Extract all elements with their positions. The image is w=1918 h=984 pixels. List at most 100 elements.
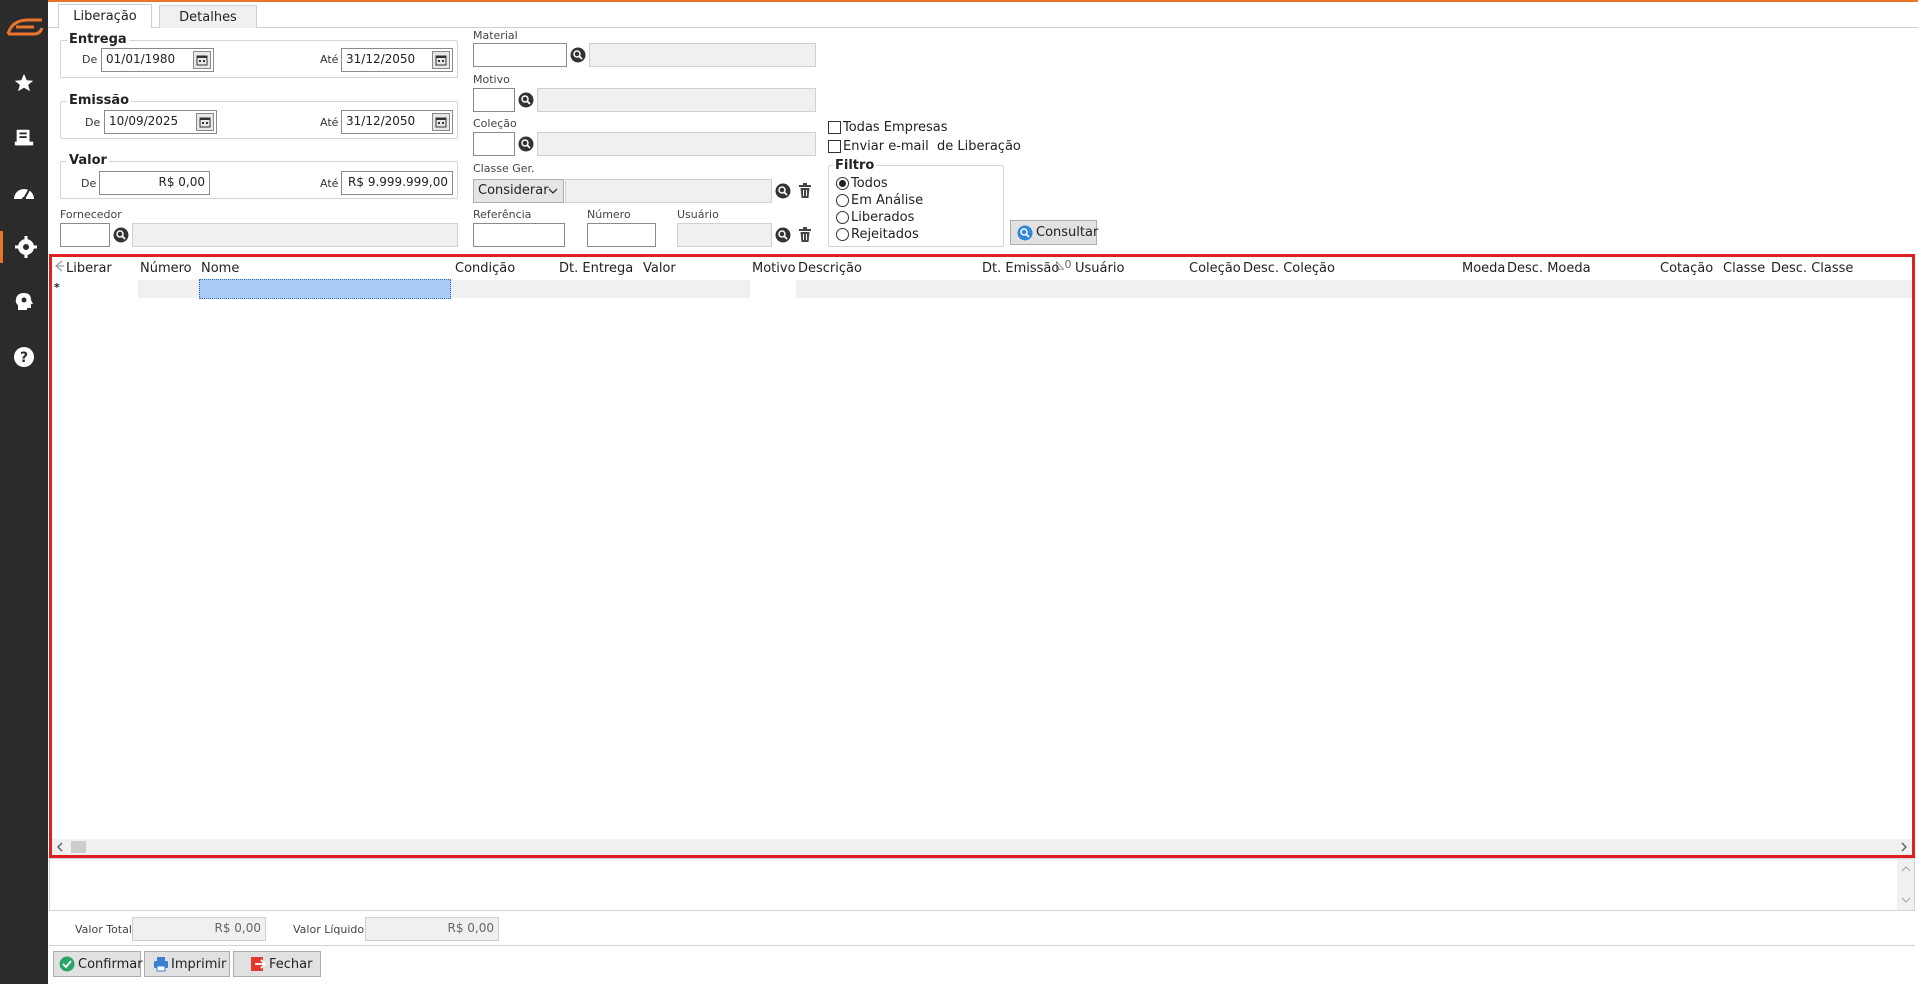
filtro-em-analise-radio[interactable] (836, 194, 849, 207)
app-logo (4, 12, 44, 42)
tab-bar: Liberação Detalhes (48, 2, 1918, 28)
printer-icon (153, 956, 169, 972)
sort-order: 0 (1064, 258, 1072, 271)
scroll-up-icon[interactable] (1901, 862, 1911, 876)
fechar-label: Fechar (269, 956, 313, 972)
grid-back-arrow-icon[interactable] (54, 260, 64, 276)
usuario-search-icon[interactable] (775, 227, 791, 243)
colecao-desc-field (537, 132, 816, 156)
col-valor[interactable]: Valor (643, 261, 676, 276)
svg-text:?: ? (20, 350, 28, 366)
exit-icon (250, 956, 266, 972)
numero-field[interactable] (587, 223, 656, 247)
enviar-email-checkbox[interactable] (828, 140, 841, 153)
emissao-ate-label: Até (320, 116, 339, 129)
colecao-code-field[interactable] (473, 132, 515, 156)
entrega-de-field[interactable]: 01/01/1980 (101, 48, 214, 72)
detail-memo-area[interactable] (49, 858, 1915, 911)
grid-horizontal-scrollbar[interactable] (52, 839, 1912, 855)
col-motivo[interactable]: Motivo (752, 261, 796, 276)
favorites-star-icon[interactable] (8, 67, 40, 99)
col-dt-entrega[interactable]: Dt. Entrega (559, 261, 633, 276)
imprimir-button[interactable]: Imprimir (144, 951, 230, 977)
classe-ger-desc-field (565, 179, 772, 203)
fornecedor-label: Fornecedor (60, 208, 122, 221)
search-icon (1017, 225, 1033, 241)
usuario-clear-trash-icon[interactable] (798, 227, 812, 243)
col-liberar[interactable]: Liberar (66, 261, 112, 276)
motivo-code-field[interactable] (473, 88, 515, 112)
calendar-icon[interactable] (432, 113, 450, 131)
scroll-right-icon[interactable] (1900, 841, 1908, 856)
fechar-button[interactable]: Fechar (233, 951, 321, 977)
colecao-label: Coleção (473, 117, 517, 130)
valor-ate-field[interactable]: R$ 9.999.999,00 (341, 171, 453, 195)
calendar-icon[interactable] (193, 51, 211, 69)
referencia-field[interactable] (473, 223, 565, 247)
scroll-down-icon[interactable] (1901, 893, 1911, 907)
fornecedor-code-field[interactable] (60, 223, 110, 247)
col-classe[interactable]: Classe (1723, 261, 1765, 276)
support-head-icon[interactable] (8, 286, 40, 318)
classe-ger-clear-trash-icon[interactable] (798, 183, 812, 199)
tab-liberacao[interactable]: Liberação (58, 4, 152, 28)
col-usuario[interactable]: Usuário (1075, 261, 1124, 276)
confirmar-button[interactable]: Confirmar (53, 951, 143, 977)
col-cotacao[interactable]: Cotação (1660, 261, 1713, 276)
motivo-search-icon[interactable] (518, 92, 534, 108)
documents-icon[interactable] (8, 122, 40, 154)
motivo-label: Motivo (473, 73, 510, 86)
entrega-ate-value: 31/12/2050 (346, 52, 416, 66)
filtro-todos-radio[interactable] (836, 177, 849, 190)
scroll-left-icon[interactable] (56, 841, 64, 856)
emissao-de-field[interactable]: 10/09/2025 (104, 110, 217, 134)
settings-gear-icon[interactable] (0, 231, 48, 263)
scroll-thumb[interactable] (71, 841, 86, 853)
col-desc-moeda[interactable]: Desc. Moeda (1507, 261, 1591, 276)
col-desc-colecao[interactable]: Desc. Coleção (1243, 261, 1335, 276)
col-nome[interactable]: Nome (201, 261, 239, 276)
detail-vertical-scrollbar[interactable] (1897, 859, 1914, 910)
calendar-icon[interactable] (432, 51, 450, 69)
imprimir-label: Imprimir (171, 956, 227, 972)
chevron-down-icon (548, 185, 558, 200)
tab-detalhes[interactable]: Detalhes (159, 5, 257, 28)
filtro-todos-label: Todos (851, 176, 888, 191)
cell-condicao-valor (451, 280, 750, 298)
col-desc-classe[interactable]: Desc. Classe (1771, 261, 1853, 276)
classe-ger-search-icon[interactable] (775, 183, 791, 199)
emissao-title: Emissão (67, 93, 132, 108)
filtro-liberados-radio[interactable] (836, 211, 849, 224)
enviar-email-label: Enviar e-mail de Liberação (843, 139, 1021, 154)
colecao-search-icon[interactable] (518, 136, 534, 152)
col-descricao[interactable]: Descrição (798, 261, 862, 276)
emissao-ate-field[interactable]: 31/12/2050 (341, 110, 453, 134)
referencia-label: Referência (473, 208, 532, 221)
col-colecao[interactable]: Coleção (1189, 261, 1241, 276)
check-circle-icon (59, 956, 75, 972)
help-question-icon[interactable]: ? (8, 341, 40, 373)
valor-total-field: R$ 0,00 (132, 917, 266, 941)
dashboard-gauge-icon[interactable] (8, 176, 40, 208)
material-code-field[interactable] (473, 43, 567, 67)
calendar-icon[interactable] (196, 113, 214, 131)
material-search-icon[interactable] (570, 47, 586, 63)
emissao-de-value: 10/09/2025 (109, 114, 179, 128)
fornecedor-search-icon[interactable] (113, 227, 129, 243)
sort-indicator: ◺0 (1056, 258, 1071, 271)
entrega-ate-field[interactable]: 31/12/2050 (341, 48, 453, 72)
liberacao-grid[interactable]: Liberar Número Nome Condição Dt. Entrega… (49, 254, 1915, 858)
col-condicao[interactable]: Condição (455, 261, 515, 276)
consultar-button[interactable]: Consultar (1010, 220, 1098, 245)
todas-empresas-checkbox[interactable] (828, 121, 841, 134)
cell-nome-selected[interactable] (199, 279, 451, 299)
col-moeda[interactable]: Moeda (1462, 261, 1505, 276)
valor-liquido-label: Valor Líquido (293, 923, 365, 936)
classe-ger-select[interactable]: Considerar (473, 179, 564, 203)
col-numero[interactable]: Número (140, 261, 192, 276)
valor-de-field[interactable]: R$ 0,00 (99, 171, 210, 195)
col-dt-emissao[interactable]: Dt. Emissão (982, 261, 1059, 276)
valor-total-label: Valor Total (75, 923, 132, 936)
filtro-rejeitados-radio[interactable] (836, 228, 849, 241)
footer-separator (49, 945, 1915, 946)
